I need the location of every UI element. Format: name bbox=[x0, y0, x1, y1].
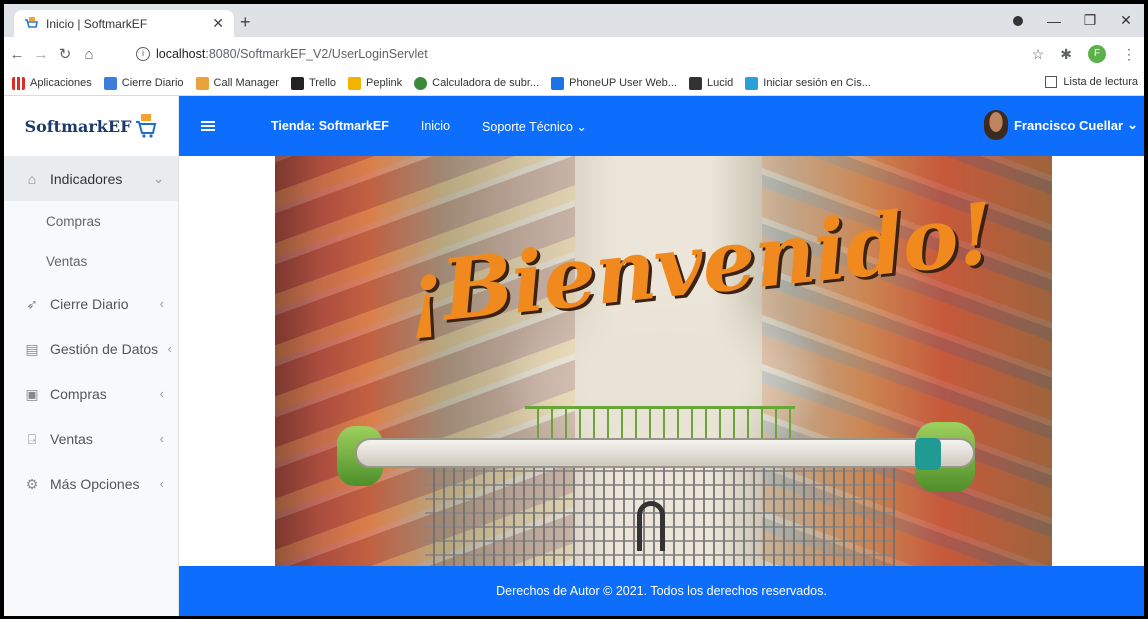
register-icon: ▣ bbox=[25, 385, 39, 402]
welcome-banner-image: ¡Bienvenido! bbox=[275, 156, 1052, 566]
cart-handle-clip bbox=[915, 438, 941, 470]
brand-name: SoftmarkEF bbox=[24, 116, 132, 136]
rocket-icon: ➶ bbox=[26, 295, 38, 312]
gear-icon: ⚙ bbox=[25, 475, 39, 492]
lucid-icon bbox=[688, 76, 702, 90]
trello-icon bbox=[290, 76, 304, 90]
bookmark-item[interactable]: Call Manager bbox=[195, 76, 279, 90]
avatar bbox=[983, 110, 1008, 140]
sidebar-item-label: Más Opciones bbox=[50, 475, 140, 492]
bookmark-item[interactable]: Cierre Diario bbox=[103, 76, 184, 90]
bookmarks-bar: Aplicaciones Cierre Diario Call Manager … bbox=[4, 71, 1144, 96]
user-menu[interactable]: Francisco Cuellar ⌄ bbox=[983, 110, 1138, 140]
call-manager-icon bbox=[195, 76, 209, 90]
bookmark-item[interactable]: PhoneUP User Web... bbox=[551, 76, 677, 90]
url-host: localhost bbox=[156, 47, 206, 61]
window-controls: — ❐ ✕ bbox=[1000, 4, 1144, 37]
forward-button[interactable]: → bbox=[30, 46, 52, 63]
sidebar-item-label: Indicadores bbox=[50, 170, 123, 187]
sidebar-item-label: Gestión de Datos bbox=[50, 340, 159, 357]
restore-button[interactable]: ❐ bbox=[1072, 12, 1108, 29]
reading-list-icon bbox=[1045, 76, 1058, 88]
bookmark-star-icon[interactable]: ☆ bbox=[1032, 46, 1045, 63]
bookmark-item[interactable]: Iniciar sesión en Cis... bbox=[745, 76, 871, 90]
chevron-left-icon: ‹ bbox=[159, 296, 164, 311]
sidebar-item-compras[interactable]: ▣ Compras ‹ bbox=[4, 371, 178, 416]
reading-list-button[interactable]: Lista de lectura bbox=[1045, 76, 1138, 88]
cart-favicon-icon bbox=[25, 16, 38, 28]
minimize-button[interactable]: — bbox=[1036, 13, 1072, 29]
new-tab-button[interactable]: + bbox=[240, 12, 251, 32]
sidebar-item-gestion-datos[interactable]: ▤ Gestión de Datos ‹ bbox=[4, 326, 178, 371]
chevron-left-icon: ‹ bbox=[159, 476, 164, 491]
home-button[interactable]: ⌂ bbox=[78, 46, 100, 63]
bookmark-item[interactable]: Trello bbox=[290, 76, 336, 90]
reload-button[interactable]: ↻ bbox=[54, 45, 76, 63]
top-navbar: Tienda: SoftmarkEF Inicio Soporte Técnic… bbox=[179, 96, 1144, 156]
home-icon: ⌂ bbox=[27, 170, 37, 187]
chevron-left-icon: ‹ bbox=[159, 386, 164, 401]
bookmark-item[interactable]: Calculadora de subr... bbox=[414, 76, 539, 90]
tab-title: Inicio | SoftmarkEF bbox=[46, 16, 148, 31]
sidebar-item-indicadores[interactable]: ⌂ Indicadores ⌄ bbox=[4, 156, 178, 201]
chevron-down-icon: ⌄ bbox=[1127, 117, 1138, 132]
tab-strip: Inicio | SoftmarkEF ✕ + — ❐ ✕ bbox=[4, 4, 1144, 37]
sidebar-item-mas-opciones[interactable]: ⚙ Más Opciones ‹ bbox=[4, 461, 178, 506]
close-window-button[interactable]: ✕ bbox=[1108, 12, 1144, 29]
document-icon: ▤ bbox=[25, 340, 39, 357]
shopping-cart-logo-icon bbox=[136, 114, 157, 138]
browser-tab[interactable]: Inicio | SoftmarkEF ✕ bbox=[14, 10, 234, 37]
sidebar-item-ventas[interactable]: ⍈ Ventas ‹ bbox=[4, 416, 178, 461]
cart-handle-bar bbox=[355, 438, 975, 468]
brand-logo[interactable]: SoftmarkEF bbox=[4, 96, 179, 156]
profile-avatar[interactable]: F bbox=[1088, 45, 1106, 63]
store-label: Tienda: SoftmarkEF bbox=[271, 119, 389, 133]
bookmark-item[interactable]: Lucid bbox=[688, 76, 733, 90]
nav-support-dropdown[interactable]: Soporte Técnico ⌄ bbox=[482, 119, 587, 134]
nav-home-link[interactable]: Inicio bbox=[421, 119, 450, 133]
url-field[interactable]: i localhost:8080/SoftmarkEF_V2/UserLogin… bbox=[136, 41, 1044, 67]
back-button[interactable]: ← bbox=[6, 46, 28, 63]
sidebar-item-label: Cierre Diario bbox=[50, 295, 129, 312]
footer: Derechos de Autor © 2021. Todos los dere… bbox=[179, 566, 1144, 616]
cart-latch bbox=[637, 501, 665, 551]
cart-basket-top bbox=[525, 406, 795, 440]
cisco-icon bbox=[745, 76, 759, 90]
apps-grid-icon bbox=[12, 76, 25, 90]
menu-toggle-icon[interactable] bbox=[201, 119, 215, 133]
calculator-icon bbox=[414, 76, 428, 90]
bookmark-item[interactable]: Peplink bbox=[348, 76, 402, 90]
chevron-left-icon: ‹ bbox=[167, 341, 172, 356]
sidebar: ⌂ Indicadores ⌄ Compras Ventas ➶ Cierre … bbox=[4, 156, 179, 616]
bookmark-item[interactable]: Aplicaciones bbox=[12, 76, 92, 90]
extensions-icon[interactable]: ✱ bbox=[1060, 46, 1072, 63]
app-page: SoftmarkEF Tienda: SoftmarkEF Inicio Sop… bbox=[4, 96, 1144, 616]
account-icon[interactable] bbox=[1000, 13, 1036, 29]
sidebar-item-label: Ventas bbox=[50, 430, 93, 447]
sidebar-subitem-compras[interactable]: Compras bbox=[4, 201, 178, 241]
close-tab-icon[interactable]: ✕ bbox=[212, 15, 224, 32]
url-path: :8080/SoftmarkEF_V2/UserLoginServlet bbox=[205, 47, 428, 61]
address-bar: ← → ↻ ⌂ i localhost:8080/SoftmarkEF_V2/U… bbox=[4, 37, 1144, 71]
cart-bookmark-icon bbox=[103, 76, 117, 90]
chevron-left-icon: ‹ bbox=[159, 431, 164, 446]
menu-kebab-icon[interactable]: ⋮ bbox=[1122, 46, 1136, 63]
sidebar-subitem-ventas[interactable]: Ventas bbox=[4, 241, 178, 281]
chevron-down-icon: ⌄ bbox=[576, 119, 587, 134]
browser-window: Inicio | SoftmarkEF ✕ + — ❐ ✕ ← → ↻ ⌂ i … bbox=[4, 4, 1144, 616]
phoneup-icon bbox=[551, 76, 565, 90]
exit-door-icon: ⍈ bbox=[27, 430, 37, 447]
sidebar-item-label: Compras bbox=[50, 385, 107, 402]
copyright-text: Derechos de Autor © 2021. Todos los dere… bbox=[496, 584, 827, 598]
main-content: ¡Bienvenido! bbox=[179, 156, 1144, 566]
user-name: Francisco Cuellar bbox=[1013, 117, 1124, 133]
sidebar-item-cierre-diario[interactable]: ➶ Cierre Diario ‹ bbox=[4, 281, 178, 326]
chevron-down-icon: ⌄ bbox=[153, 170, 164, 186]
site-info-icon[interactable]: i bbox=[136, 47, 150, 61]
peplink-icon bbox=[348, 76, 362, 90]
